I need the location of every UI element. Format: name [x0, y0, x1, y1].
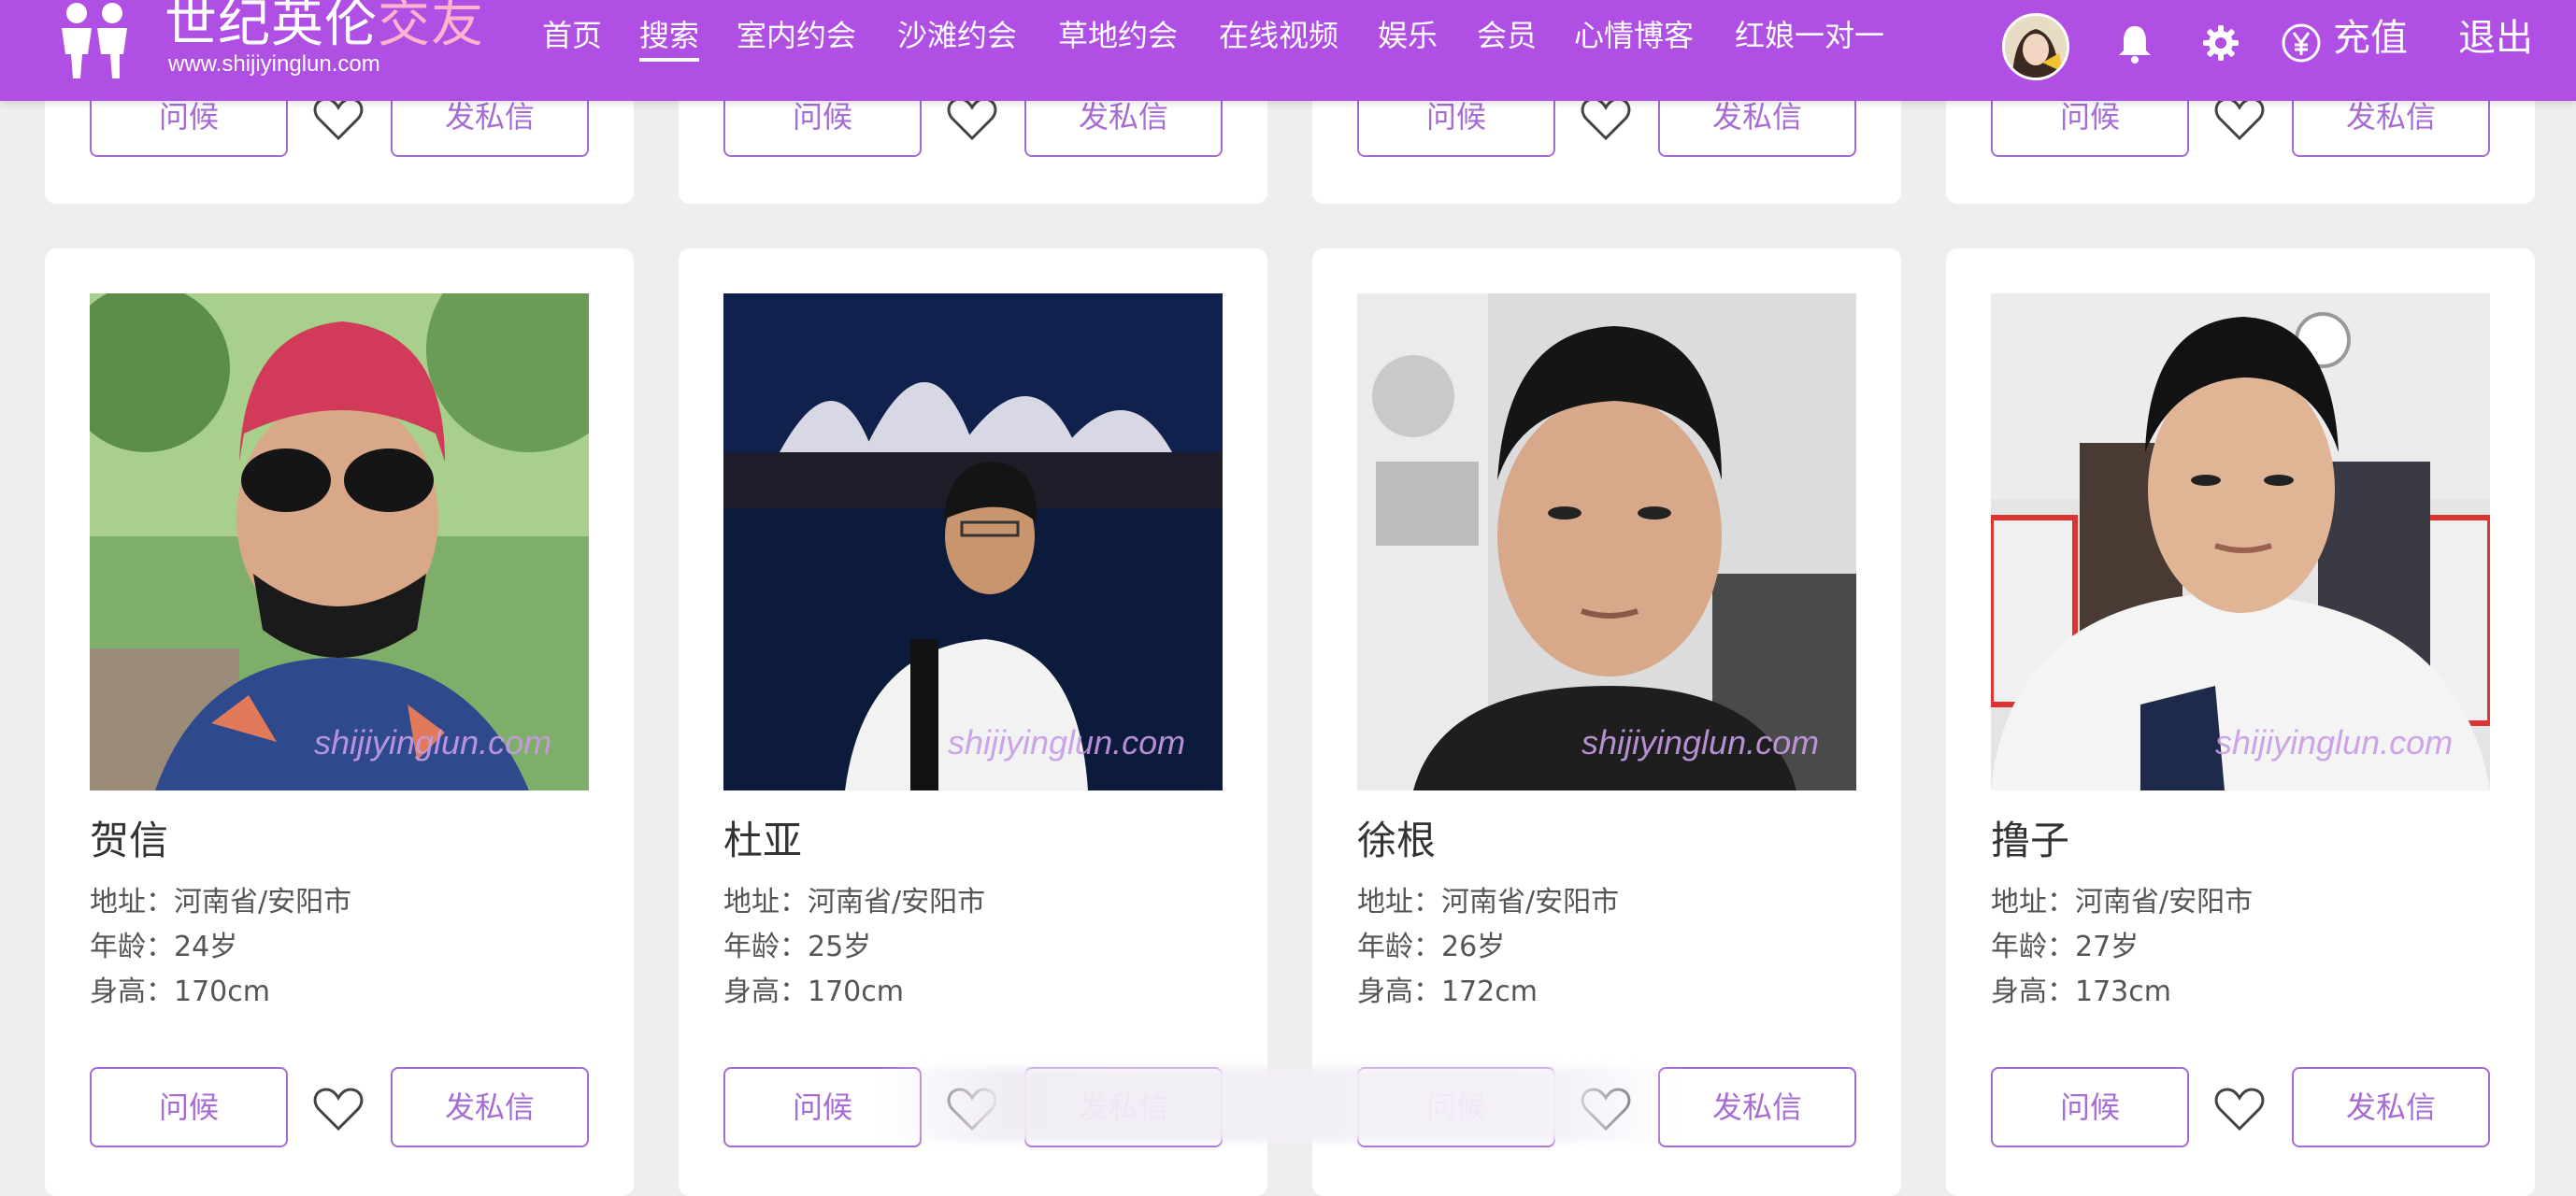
profile-age: 年龄：24岁 [90, 931, 238, 963]
profile-height: 身高：170cm [723, 975, 904, 1008]
heart-icon[interactable] [946, 95, 998, 142]
profile-age: 年龄：25岁 [723, 931, 872, 963]
bell-icon[interactable] [2112, 21, 2157, 65]
profile-address: 地址：河南省/安阳市 [90, 886, 352, 918]
logout-link[interactable]: 退出 [2458, 15, 2533, 62]
nav-home[interactable]: 首页 [542, 15, 602, 56]
greet-button[interactable]: 问候 [90, 1067, 288, 1147]
profile-address: 地址：河南省/安阳市 [1991, 886, 2254, 918]
profile-card: shijiyinglun.com 杜亚 地址：河南省/安阳市 年龄：25岁 身高… [679, 249, 1267, 1196]
profile-name[interactable]: 徐根 [1357, 815, 1436, 867]
profile-height: 身高：172cm [1357, 975, 1538, 1008]
site-title-accent: 交友 [378, 0, 484, 54]
profile-photo[interactable]: shijiyinglun.com [90, 293, 589, 790]
heart-icon[interactable] [2213, 95, 2266, 142]
top-header: 世纪英伦交友 www.shijiyinglun.com 首页 搜索 室内约会 沙… [0, 0, 2576, 101]
user-avatar[interactable] [2002, 13, 2069, 80]
profile-height: 身高：173cm [1991, 975, 2171, 1008]
site-title[interactable]: 世纪英伦交友 [165, 0, 484, 54]
heart-icon[interactable] [2213, 1086, 2266, 1132]
profile-card: shijiyinglun.com 贺信 地址：河南省/安阳市 年龄：24岁 身高… [45, 249, 634, 1196]
profile-card: shijiyinglun.com 徐根 地址：河南省/安阳市 年龄：26岁 身高… [1312, 249, 1901, 1196]
message-button[interactable]: 发私信 [391, 1067, 589, 1147]
profile-address: 地址：河南省/安阳市 [723, 886, 986, 918]
photo-watermark: shijiyinglun.com [948, 723, 1186, 762]
nav-search[interactable]: 搜索 [639, 15, 700, 62]
profile-card: shijiyinglun.com 撸子 地址：河南省/安阳市 年龄：27岁 身高… [1946, 249, 2535, 1196]
nav-matchmaker[interactable]: 红娘一对一 [1735, 15, 1884, 56]
profile-photo[interactable]: shijiyinglun.com [1357, 293, 1856, 790]
nav-grass-date[interactable]: 草地约会 [1058, 15, 1178, 56]
message-button[interactable]: 发私信 [1658, 1067, 1856, 1147]
gear-icon[interactable] [2198, 21, 2243, 65]
nav-indoor-date[interactable]: 室内约会 [737, 15, 856, 56]
nav-mood-blog[interactable]: 心情博客 [1574, 15, 1694, 56]
photo-watermark: shijiyinglun.com [2215, 723, 2454, 762]
heart-icon[interactable] [1580, 95, 1632, 142]
nav-beach-date[interactable]: 沙滩约会 [897, 15, 1017, 56]
nav-online-video[interactable]: 在线视频 [1219, 15, 1338, 56]
nav-entertainment[interactable]: 娱乐 [1378, 15, 1438, 56]
blur-overlay [879, 1067, 1682, 1142]
profile-age: 年龄：27岁 [1991, 931, 2140, 963]
yuan-icon[interactable] [2279, 21, 2324, 65]
photo-watermark: shijiyinglun.com [1581, 723, 1820, 762]
greet-button[interactable]: 问候 [1991, 1067, 2189, 1147]
site-url: www.shijiyinglun.com [168, 51, 380, 77]
profile-age: 年龄：26岁 [1357, 931, 1506, 963]
recharge-link[interactable]: 充值 [2333, 15, 2408, 62]
site-title-main: 世纪英伦 [165, 0, 378, 54]
profile-height: 身高：170cm [90, 975, 270, 1008]
profile-address: 地址：河南省/安阳市 [1357, 886, 1620, 918]
message-button[interactable]: 发私信 [2292, 1067, 2490, 1147]
nav-membership[interactable]: 会员 [1477, 15, 1537, 56]
profile-name[interactable]: 贺信 [90, 815, 168, 867]
profile-photo[interactable]: shijiyinglun.com [1991, 293, 2490, 790]
heart-icon[interactable] [312, 95, 365, 142]
heart-icon[interactable] [312, 1086, 365, 1132]
profile-name[interactable]: 杜亚 [723, 815, 802, 867]
profile-photo[interactable]: shijiyinglun.com [723, 293, 1223, 790]
couple-logo-icon[interactable] [52, 0, 136, 80]
profile-name[interactable]: 撸子 [1991, 815, 2069, 867]
photo-watermark: shijiyinglun.com [314, 723, 552, 762]
